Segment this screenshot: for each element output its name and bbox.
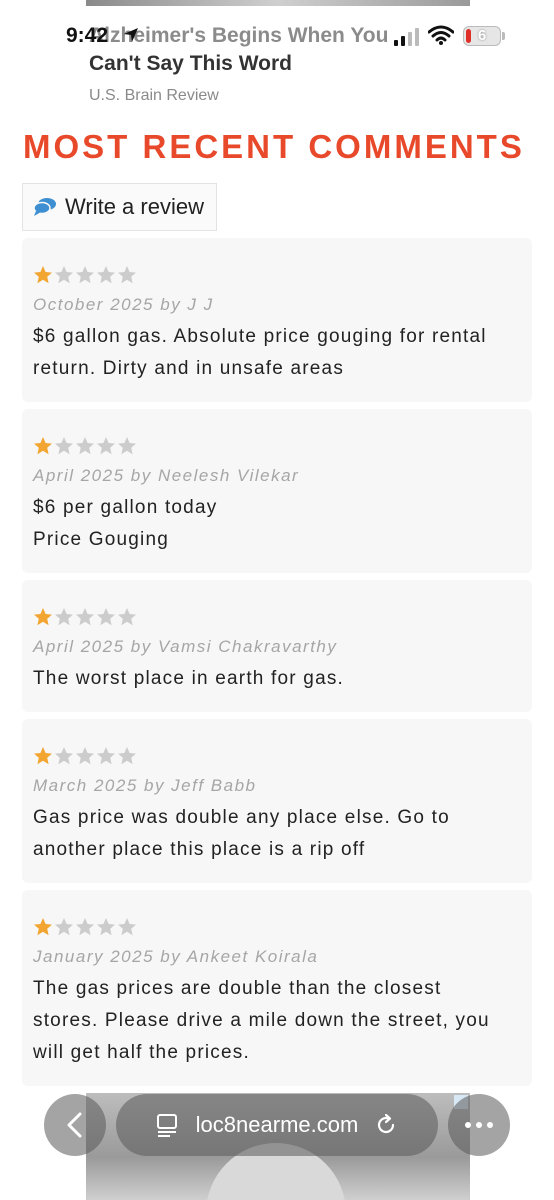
review-text: Gas price was double any place else. Go … <box>33 807 450 860</box>
review-meta: January 2025 by Ankeet Koirala <box>33 947 319 966</box>
comments-icon <box>33 198 56 216</box>
review-meta: April 2025 by Vamsi Chakravarthy <box>33 637 338 656</box>
star-rating <box>33 916 522 938</box>
cellular-signal-icon <box>394 28 419 46</box>
reload-icon[interactable] <box>374 1113 398 1137</box>
star-empty-icon <box>55 608 73 626</box>
star-empty-icon <box>97 437 115 455</box>
review-text: $6 per gallon today Price Gouging <box>33 492 522 556</box>
star-empty-icon <box>118 437 136 455</box>
write-review-button[interactable]: Write a review <box>22 183 217 231</box>
review-card: January 2025 by Ankeet Koirala The gas p… <box>22 890 532 1086</box>
review-card: April 2025 by Neelesh Vilekar $6 per gal… <box>22 409 532 573</box>
star-empty-icon <box>97 747 115 765</box>
star-rating <box>33 745 522 767</box>
url-text[interactable]: loc8nearme.com <box>196 1112 359 1138</box>
review-meta: October 2025 by J J <box>33 295 214 314</box>
star-rating <box>33 606 522 628</box>
star-empty-icon <box>76 266 94 284</box>
review-text-line: Price Gouging <box>33 529 170 550</box>
reader-icon[interactable] <box>156 1113 180 1137</box>
star-rating <box>33 435 522 457</box>
star-empty-icon <box>76 608 94 626</box>
star-empty-icon <box>55 918 73 936</box>
star-empty-icon <box>55 747 73 765</box>
star-empty-icon <box>97 608 115 626</box>
star-filled-icon <box>34 608 52 626</box>
battery-level-text: 6 <box>477 27 487 44</box>
ad-headline-line2: Can't Say This Word <box>89 52 292 75</box>
star-empty-icon <box>118 608 136 626</box>
ad-headline[interactable]: Alzheimer's Begins When You Can't Say Th… <box>89 22 519 78</box>
review-text: The worst place in earth for gas. <box>33 668 345 689</box>
star-empty-icon <box>118 747 136 765</box>
review-card: March 2025 by Jeff Babb Gas price was do… <box>22 719 532 883</box>
review-card: April 2025 by Vamsi Chakravarthy The wor… <box>22 580 532 712</box>
review-meta: April 2025 by Neelesh Vilekar <box>33 466 300 485</box>
review-text-line: $6 per gallon today <box>33 497 218 518</box>
more-icon <box>465 1122 493 1128</box>
chevron-left-icon <box>67 1112 82 1138</box>
star-empty-icon <box>76 918 94 936</box>
star-empty-icon <box>76 747 94 765</box>
star-rating <box>33 264 522 286</box>
star-filled-icon <box>34 437 52 455</box>
star-empty-icon <box>118 266 136 284</box>
ad-image-top[interactable] <box>86 0 470 6</box>
star-empty-icon <box>55 437 73 455</box>
star-filled-icon <box>34 266 52 284</box>
write-review-label: Write a review <box>65 194 204 219</box>
review-text: $6 gallon gas. Absolute price gouging fo… <box>33 326 487 379</box>
star-filled-icon <box>34 747 52 765</box>
status-time: 9:42 <box>66 24 109 47</box>
review-card: October 2025 by J J $6 gallon gas. Absol… <box>22 238 532 402</box>
battery-indicator: 6 <box>463 26 501 46</box>
review-text: The gas prices are double than the close… <box>33 978 490 1063</box>
star-empty-icon <box>76 437 94 455</box>
location-arrow-icon <box>124 28 138 42</box>
section-title: MOST RECENT COMMENTS <box>23 128 525 165</box>
ad-headline-line1: Alzheimer's Begins When You <box>89 24 389 47</box>
review-meta: March 2025 by Jeff Babb <box>33 776 257 795</box>
battery-cap <box>502 32 505 40</box>
back-button[interactable] <box>44 1094 106 1156</box>
star-filled-icon <box>34 918 52 936</box>
url-bar[interactable]: loc8nearme.com <box>116 1094 438 1156</box>
ad-source: U.S. Brain Review <box>89 87 219 104</box>
star-empty-icon <box>55 266 73 284</box>
star-empty-icon <box>97 266 115 284</box>
more-button[interactable] <box>448 1094 510 1156</box>
wifi-icon <box>428 25 454 45</box>
star-empty-icon <box>118 918 136 936</box>
star-empty-icon <box>97 918 115 936</box>
